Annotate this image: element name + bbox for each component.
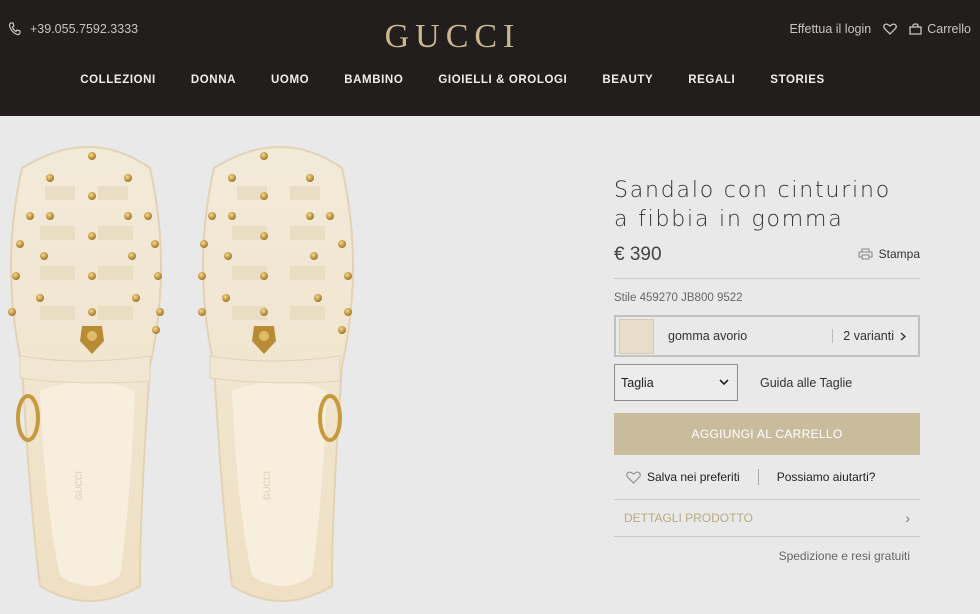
- svg-text:GUCCI: GUCCI: [74, 471, 84, 500]
- heart-icon: [626, 471, 641, 484]
- cart-label[interactable]: Carrello: [927, 22, 971, 36]
- heart-icon: [883, 23, 898, 35]
- secondary-actions: Salva nei preferiti Possiamo aiutarti?: [614, 469, 920, 485]
- phone-icon: [8, 22, 22, 36]
- nav-uomo[interactable]: UOMO: [254, 74, 327, 86]
- add-to-cart-button[interactable]: AGGIUNGI AL CARRELLO: [614, 413, 920, 455]
- price-row: € 390 Stampa: [614, 244, 920, 279]
- shipping-info: Spedizione e resi gratuiti: [778, 549, 910, 563]
- color-swatch[interactable]: [619, 318, 654, 354]
- nav-regali[interactable]: REGALI: [671, 74, 753, 86]
- variant-name: gomma avorio: [668, 329, 748, 343]
- style-code: Stile 459270 JB800 9522: [614, 292, 743, 304]
- product-details-accordion[interactable]: DETTAGLI PRODOTTO ›: [614, 499, 920, 537]
- nav-donna[interactable]: DONNA: [173, 74, 253, 86]
- nav-bambino[interactable]: BAMBINO: [327, 74, 421, 86]
- size-dropdown-label: Taglia: [621, 375, 654, 390]
- product-title-line-2: a fibbia in gomma: [614, 207, 844, 232]
- nav-collezioni[interactable]: COLLEZIONI: [63, 74, 174, 86]
- account-links: Effettua il login Carrello: [789, 22, 971, 36]
- phone-contact[interactable]: +39.055.7592.3333: [8, 22, 138, 36]
- main-navigation: COLLEZIONI DONNA UOMO BAMBINO GIOIELLI &…: [0, 74, 905, 86]
- nav-beauty[interactable]: BEAUTY: [585, 74, 671, 86]
- chevron-down-icon: [719, 379, 729, 386]
- chevron-right-icon: ›: [905, 510, 910, 526]
- variant-count-label[interactable]: 2 varianti: [843, 329, 894, 343]
- gucci-logo[interactable]: GUCCI: [370, 18, 535, 56]
- printer-icon: [858, 248, 873, 260]
- svg-text:GUCCI: GUCCI: [262, 471, 272, 500]
- nav-gioielli-orologi[interactable]: GIOIELLI & OROLOGI: [421, 74, 585, 86]
- product-details: Sandalo con cinturino a fibbia in gomma …: [614, 176, 920, 563]
- product-details-label[interactable]: DETTAGLI PRODOTTO: [624, 511, 753, 525]
- product-title-line-1: Sandalo con cinturino: [614, 178, 891, 203]
- help-link[interactable]: Possiamo aiutarti?: [777, 470, 876, 484]
- cart-link[interactable]: Carrello: [909, 22, 971, 36]
- print-button[interactable]: Stampa: [858, 247, 920, 261]
- product-price: € 390: [614, 244, 662, 265]
- site-header: +39.055.7592.3333 GUCCI Effettua il logi…: [0, 0, 980, 116]
- wishlist-button[interactable]: [883, 23, 898, 35]
- product-title: Sandalo con cinturino a fibbia in gomma: [614, 176, 920, 234]
- product-page: GUCCI GUCCI Sandalo con cinturino a fibb…: [0, 116, 980, 614]
- variant-count[interactable]: 2 varianti: [832, 329, 918, 343]
- login-link[interactable]: Effettua il login: [789, 22, 871, 36]
- print-label[interactable]: Stampa: [879, 247, 920, 261]
- size-row: Taglia Guida alle Taglie: [614, 364, 920, 401]
- save-favorites-label[interactable]: Salva nei preferiti: [647, 470, 740, 484]
- nav-stories[interactable]: STORIES: [753, 74, 842, 86]
- shopping-bag-icon: [909, 23, 922, 35]
- variant-selector[interactable]: gomma avorio 2 varianti: [614, 315, 920, 357]
- divider: [757, 469, 759, 485]
- save-favorites-button[interactable]: Salva nei preferiti: [626, 470, 740, 484]
- phone-number[interactable]: +39.055.7592.3333: [30, 22, 138, 36]
- product-image[interactable]: GUCCI GUCCI: [0, 116, 400, 614]
- size-guide-link[interactable]: Guida alle Taglie: [760, 376, 852, 390]
- size-dropdown[interactable]: Taglia: [614, 364, 738, 401]
- chevron-right-icon: [900, 331, 906, 341]
